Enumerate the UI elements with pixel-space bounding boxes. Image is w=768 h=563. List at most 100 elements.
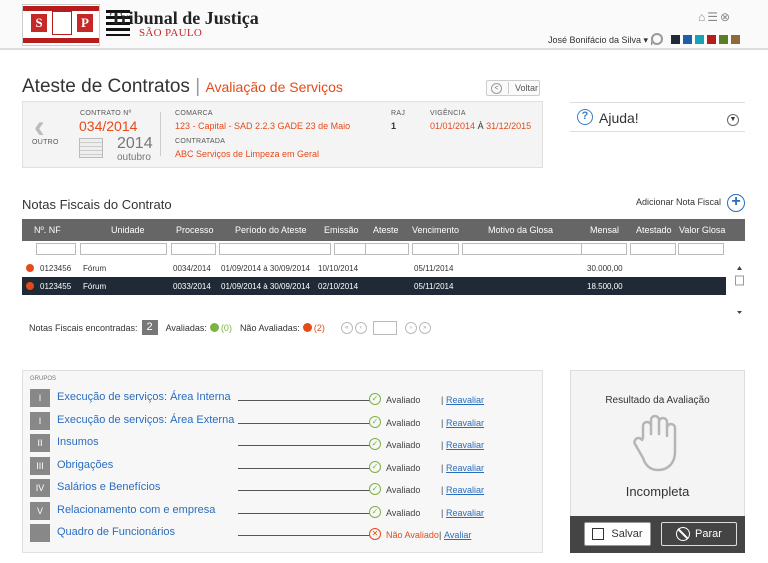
group-name-link[interactable]: Obrigações xyxy=(57,459,113,471)
check-icon: ✓ xyxy=(369,460,381,473)
group-action-link[interactable]: Reavaliar xyxy=(446,508,484,518)
group-number: IV xyxy=(30,479,50,497)
column-header[interactable]: Emissão xyxy=(324,225,359,235)
cell-processo: 0033/2014 xyxy=(173,282,211,291)
vigencia-start: 01/01/2014 xyxy=(430,121,476,131)
group-action-link[interactable]: Reavaliar xyxy=(446,395,484,405)
table-row[interactable]: 0123456 Fórum 0034/2014 01/09/2014 à 30/09/… xyxy=(22,259,726,277)
group-action-link[interactable]: Reavaliar xyxy=(446,418,484,428)
menu-icon[interactable]: ☰ xyxy=(707,10,720,24)
column-filter-input[interactable] xyxy=(80,243,167,255)
group-action-link[interactable]: Avaliar xyxy=(444,530,471,540)
column-header[interactable]: Vencimento xyxy=(412,225,459,235)
group-status: Avaliado xyxy=(386,440,421,450)
cell-unidade: Fórum xyxy=(83,264,107,273)
column-header[interactable]: Atestado xyxy=(636,225,672,235)
group-name-link[interactable]: Quadro de Funcionários xyxy=(57,526,175,538)
cell-emissao: 02/10/2014 xyxy=(318,282,359,291)
stop-button[interactable]: Parar xyxy=(661,522,737,546)
column-filter-input[interactable] xyxy=(581,243,627,255)
stop-icon xyxy=(676,527,691,541)
remove-icon[interactable] xyxy=(26,264,34,272)
check-icon xyxy=(209,323,219,332)
theme-swatch[interactable] xyxy=(671,35,680,44)
column-header[interactable]: Processo xyxy=(176,225,214,235)
column-filter-input[interactable] xyxy=(36,243,76,255)
add-invoice-label[interactable]: Adicionar Nota Fiscal xyxy=(636,197,721,207)
page-input[interactable] xyxy=(372,320,397,335)
column-header[interactable]: Nº. NF xyxy=(34,225,61,235)
add-icon[interactable]: + xyxy=(727,194,745,212)
group-name-link[interactable]: Insumos xyxy=(57,436,99,448)
theme-swatch[interactable] xyxy=(731,35,740,44)
vigencia-end: 31/12/2015 xyxy=(486,121,532,131)
group-leader-line xyxy=(238,490,370,491)
brand-subtitle: SÃO PAULO xyxy=(139,27,203,39)
column-header[interactable]: Período do Ateste xyxy=(235,225,307,235)
next-page-icon[interactable]: › xyxy=(404,321,417,334)
chevron-down-icon[interactable]: ▼ xyxy=(727,114,739,126)
chevron-left-icon: < xyxy=(491,82,502,94)
comarca-label: COMARCA xyxy=(175,110,213,117)
group-number: II xyxy=(30,434,50,452)
scrollbar[interactable] xyxy=(734,263,745,315)
evaluated-label: Avaliadas: xyxy=(165,322,207,333)
table-header: Nº. NF Unidade Processo Período do Ateste Em… xyxy=(22,219,745,241)
column-header[interactable]: Valor Glosa xyxy=(679,225,725,235)
group-name-link[interactable]: Salários e Benefícios xyxy=(57,481,160,493)
back-button[interactable]: < Voltar xyxy=(486,80,540,96)
column-header[interactable]: Mensal xyxy=(590,225,619,235)
save-label: Salvar xyxy=(611,528,643,540)
column-filter-input[interactable] xyxy=(412,243,459,255)
prev-page-icon[interactable]: ‹ xyxy=(354,321,367,334)
column-filter-input[interactable] xyxy=(219,243,331,255)
first-page-icon[interactable]: « xyxy=(340,321,353,334)
column-filter-input[interactable] xyxy=(171,243,216,255)
column-header[interactable]: Ateste xyxy=(373,225,399,235)
cell-nf: 0123456 xyxy=(40,264,72,273)
group-action-link[interactable]: Reavaliar xyxy=(446,485,484,495)
gear-icon[interactable] xyxy=(651,33,663,45)
cell-processo: 0034/2014 xyxy=(173,264,211,273)
group-name-link[interactable]: Execução de serviços: Área Interna xyxy=(57,391,231,403)
group-separator: | xyxy=(441,440,444,450)
home-icon[interactable]: ⌂ xyxy=(698,10,707,24)
group-number: I xyxy=(30,389,50,407)
user-menu[interactable]: José Bonifácio da Silva ▾ | xyxy=(548,35,653,46)
group-action-link[interactable]: Reavaliar xyxy=(446,463,484,473)
help-panel[interactable]: ? Ajuda! ▼ xyxy=(570,102,745,132)
group-row: III Obrigações ✓ Avaliado | Reavaliar xyxy=(30,456,530,477)
group-row: IV Salários e Benefícios ✓ Avaliado | Reavali… xyxy=(30,479,530,499)
calendar-icon[interactable] xyxy=(79,138,103,158)
column-filter-input[interactable] xyxy=(630,243,676,255)
contract-divider xyxy=(160,112,161,156)
cell-emissao: 10/10/2014 xyxy=(318,264,359,273)
last-page-icon[interactable]: » xyxy=(418,321,431,334)
check-icon: ✓ xyxy=(369,483,381,495)
table-row[interactable]: 0123455 Fórum 0033/2014 01/09/2014 à 30/09/… xyxy=(22,277,726,295)
group-separator: | xyxy=(441,462,444,473)
theme-swatch[interactable] xyxy=(683,35,692,44)
remove-icon[interactable] xyxy=(26,282,34,290)
group-action-link[interactable]: Reavaliar xyxy=(446,440,484,450)
column-header[interactable]: Unidade xyxy=(111,225,145,235)
comarca-value: 123 - Capital - SAD 2.2.3 GADE 23 de Mai… xyxy=(175,121,351,131)
theme-swatch[interactable] xyxy=(707,35,716,44)
vigencia-value: 01/01/2014 À 31/12/2015 xyxy=(430,121,531,131)
theme-swatch[interactable] xyxy=(719,35,728,44)
cell-unidade: Fórum xyxy=(83,282,107,291)
close-icon[interactable]: ⊗ xyxy=(720,10,732,24)
result-title: Resultado da Avaliação xyxy=(605,395,710,406)
group-name-link[interactable]: Execução de serviços: Área Externa xyxy=(57,414,234,426)
cell-periodo: 01/09/2014 à 30/09/2014 xyxy=(221,282,310,291)
column-filter-input[interactable] xyxy=(365,243,409,255)
save-button[interactable]: Salvar xyxy=(584,522,651,546)
group-name-link[interactable]: Relacionamento com e empresa xyxy=(57,504,215,516)
header-icons: ⌂☰⊗ xyxy=(698,10,732,24)
theme-swatch[interactable] xyxy=(695,35,704,44)
column-filter-input[interactable] xyxy=(678,243,724,255)
cell-vencimento: 05/11/2014 xyxy=(414,264,454,273)
check-icon: ✓ xyxy=(369,505,381,518)
not-evaluated-count: (2) xyxy=(313,322,325,333)
column-header[interactable]: Motivo da Glosa xyxy=(488,225,553,235)
